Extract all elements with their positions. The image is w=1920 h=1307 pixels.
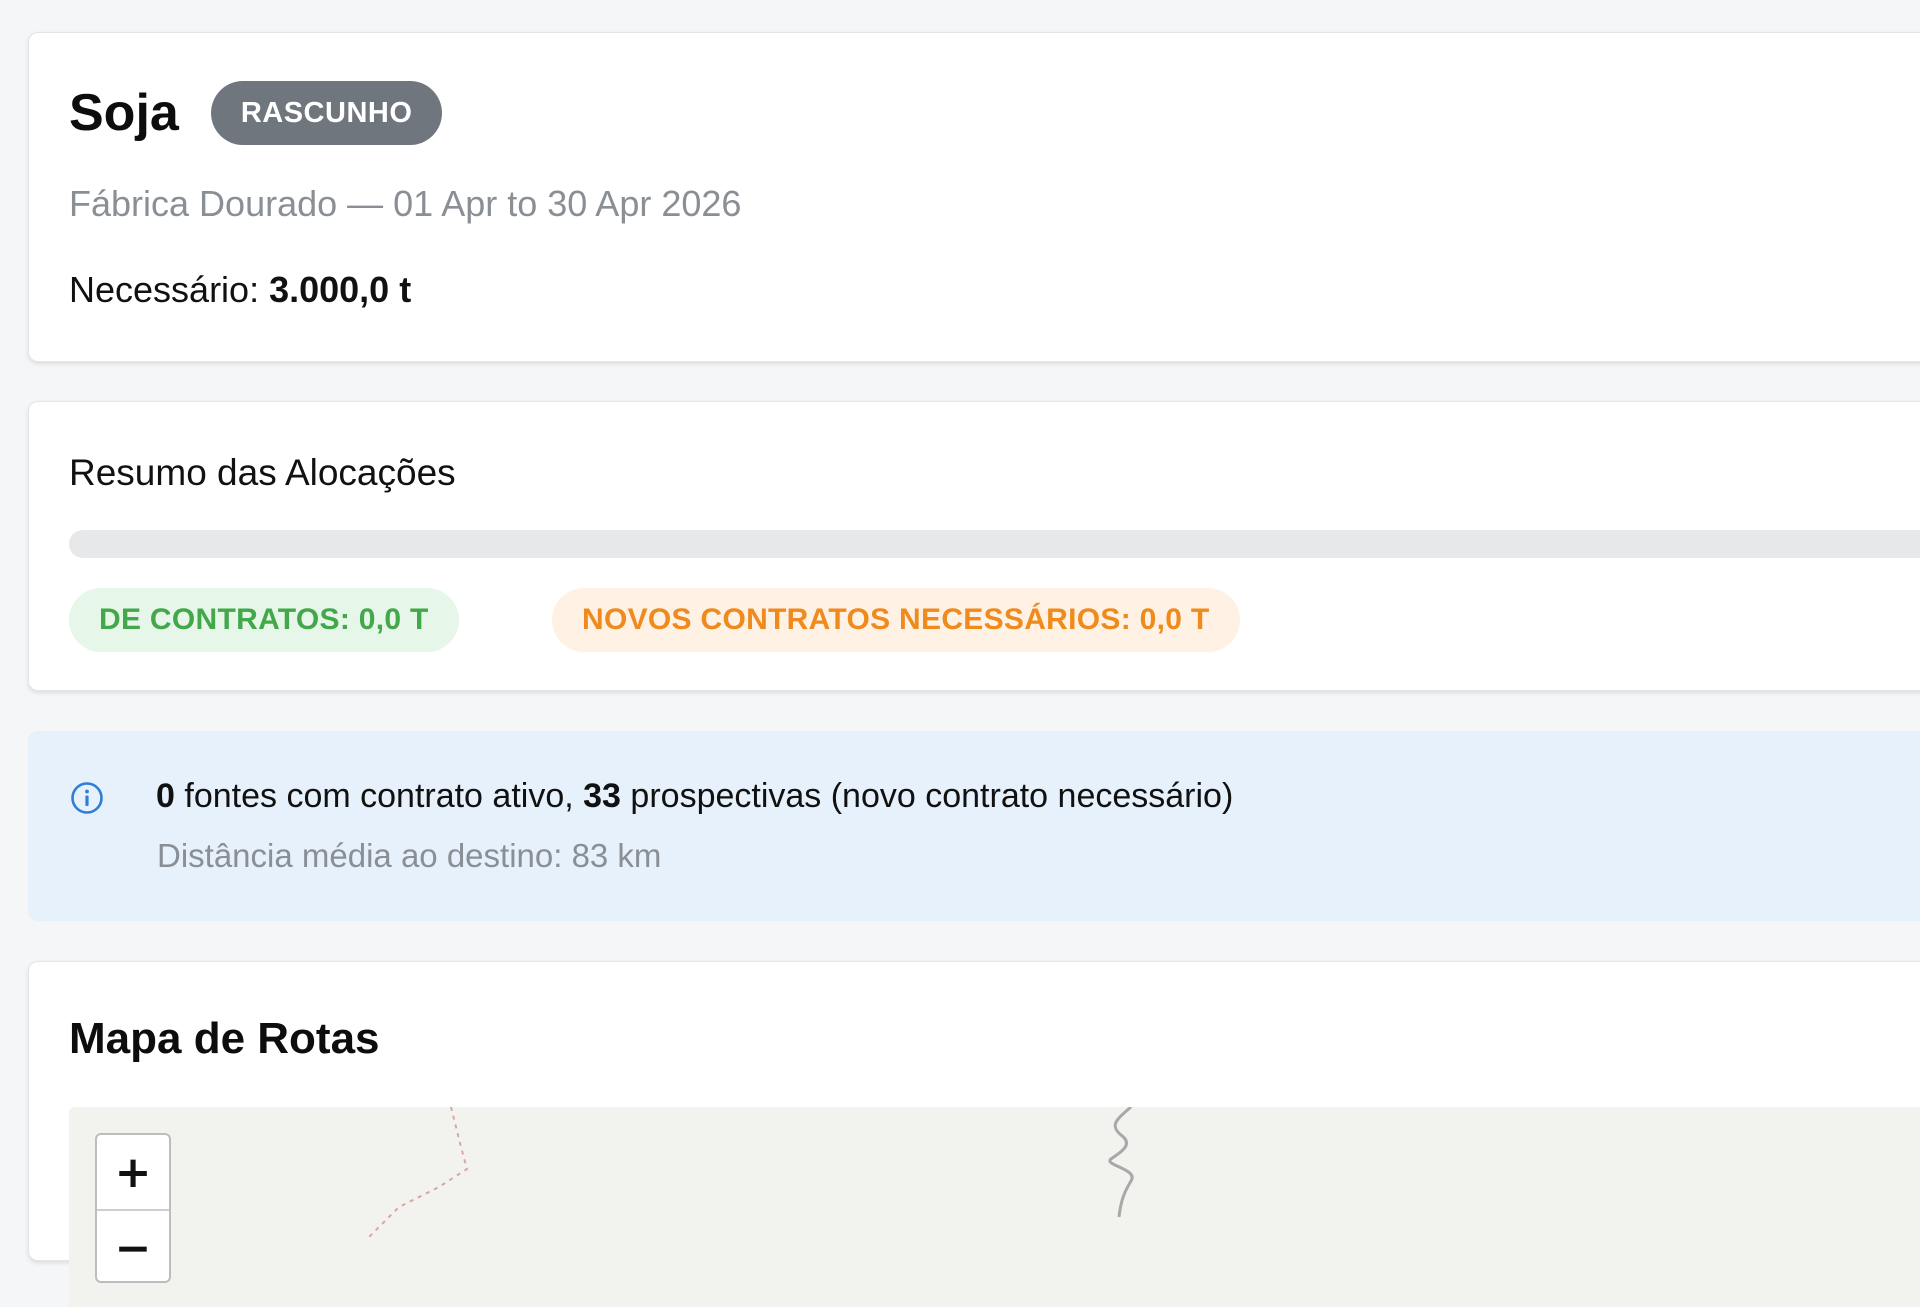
- required-label: Necessário:: [69, 269, 260, 310]
- plant-period-subtitle: Fábrica Dourado — 01 Apr to 30 Apr 2026: [69, 183, 742, 224]
- new-contracts-needed-chip: NOVOS CONTRATOS NECESSÁRIOS: 0,0 T: [552, 588, 1240, 652]
- required-quantity: Necessário: 3.000,0 t: [69, 269, 411, 311]
- allocation-summary-card: Resumo das Alocações DE CONTRATOS: 0,0 T…: [28, 401, 1920, 691]
- map-boundary-line: [368, 1107, 469, 1238]
- active-sources-label: fontes com contrato ativo,: [184, 777, 574, 815]
- sources-count-text: 0 fontes com contrato ativo, 33 prospect…: [156, 777, 1233, 816]
- sources-info-alert: 0 fontes com contrato ativo, 33 prospect…: [28, 731, 1920, 921]
- allocation-summary-title: Resumo das Alocações: [69, 452, 456, 493]
- zoom-out-button[interactable]: −: [97, 1211, 169, 1285]
- average-distance-text: Distância média ao destino: 83 km: [157, 837, 662, 874]
- plan-header-card: Soja RASCUNHO Fábrica Dourado — 01 Apr t…: [28, 32, 1920, 362]
- prospective-sources-count: 33: [583, 777, 621, 815]
- route-map-title: Mapa de Rotas: [69, 1014, 380, 1063]
- route-map[interactable]: + −: [69, 1107, 1920, 1307]
- prospective-sources-label: prospectivas (novo contrato necessário): [630, 777, 1234, 815]
- title-row: Soja RASCUNHO: [69, 81, 443, 145]
- zoom-in-button[interactable]: +: [97, 1135, 169, 1211]
- from-contracts-chip: DE CONTRATOS: 0,0 T: [69, 588, 459, 652]
- page-title: Soja: [69, 84, 179, 142]
- allocation-progress-bar: [69, 530, 1920, 558]
- required-value: 3.000,0 t: [269, 269, 412, 310]
- map-tiles: [368, 1107, 1134, 1238]
- info-icon: [71, 782, 103, 814]
- map-zoom-control: + −: [95, 1133, 171, 1283]
- route-map-card: Mapa de Rotas + −: [28, 961, 1920, 1307]
- active-sources-count: 0: [156, 777, 175, 815]
- map-river-line: [1108, 1107, 1134, 1218]
- status-badge: RASCUNHO: [210, 81, 443, 145]
